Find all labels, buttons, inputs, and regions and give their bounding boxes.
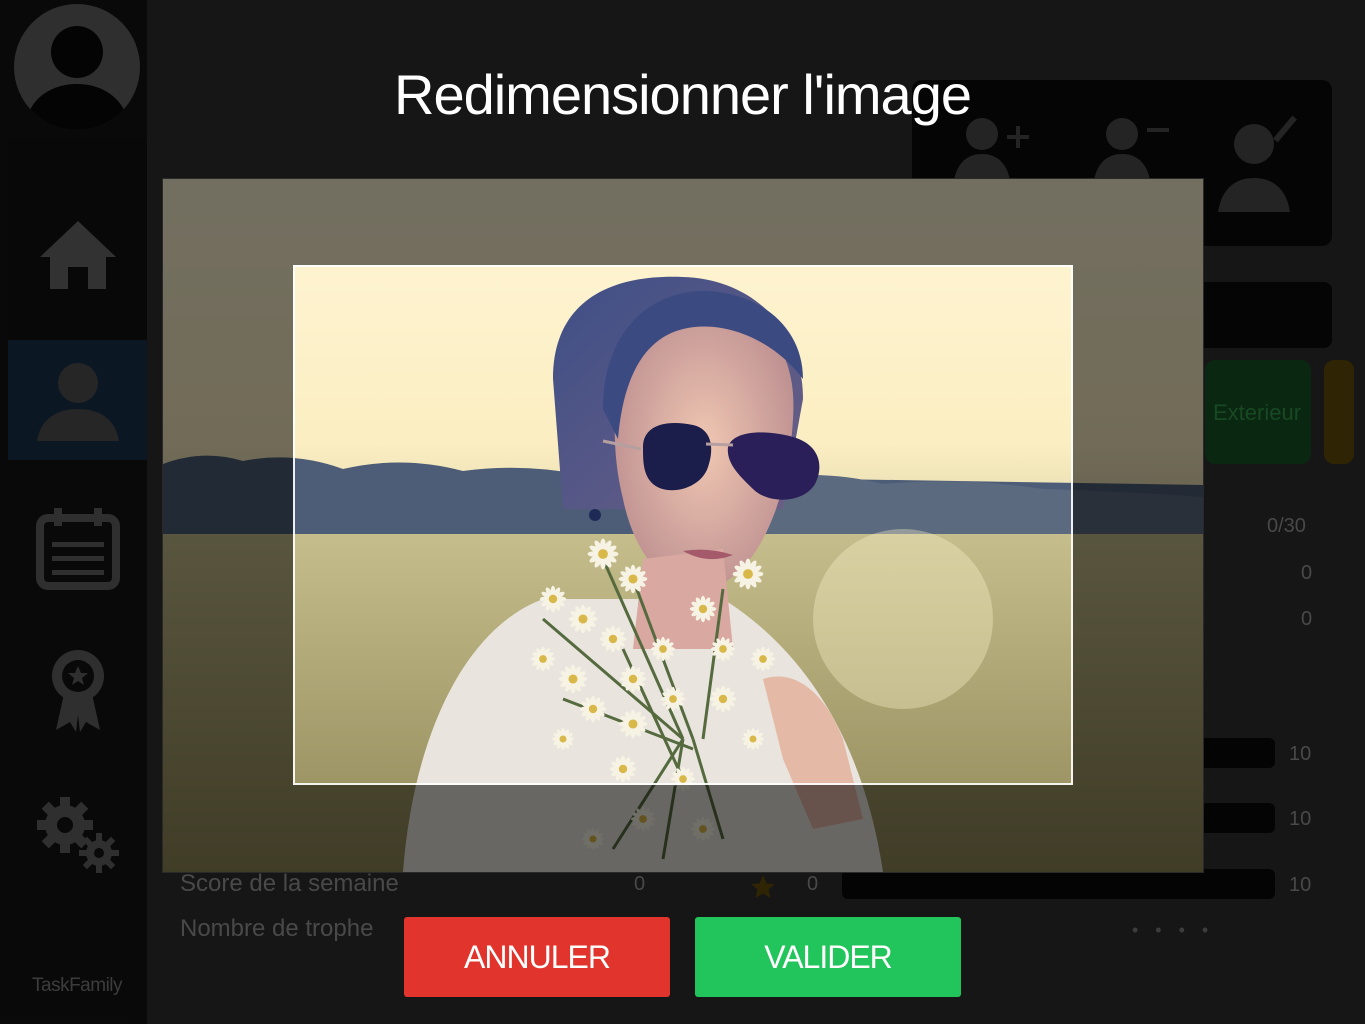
crop-shade-left <box>163 265 293 785</box>
crop-shade-top <box>163 179 1203 265</box>
crop-shade-right <box>1073 265 1203 785</box>
crop-frame[interactable] <box>293 265 1073 785</box>
cancel-button[interactable]: ANNULER <box>404 917 670 997</box>
modal-title: Redimensionner l'image <box>394 63 972 126</box>
validate-button[interactable]: VALIDER <box>695 917 961 997</box>
crop-shade-bottom <box>163 785 1203 872</box>
crop-area[interactable] <box>162 178 1204 873</box>
